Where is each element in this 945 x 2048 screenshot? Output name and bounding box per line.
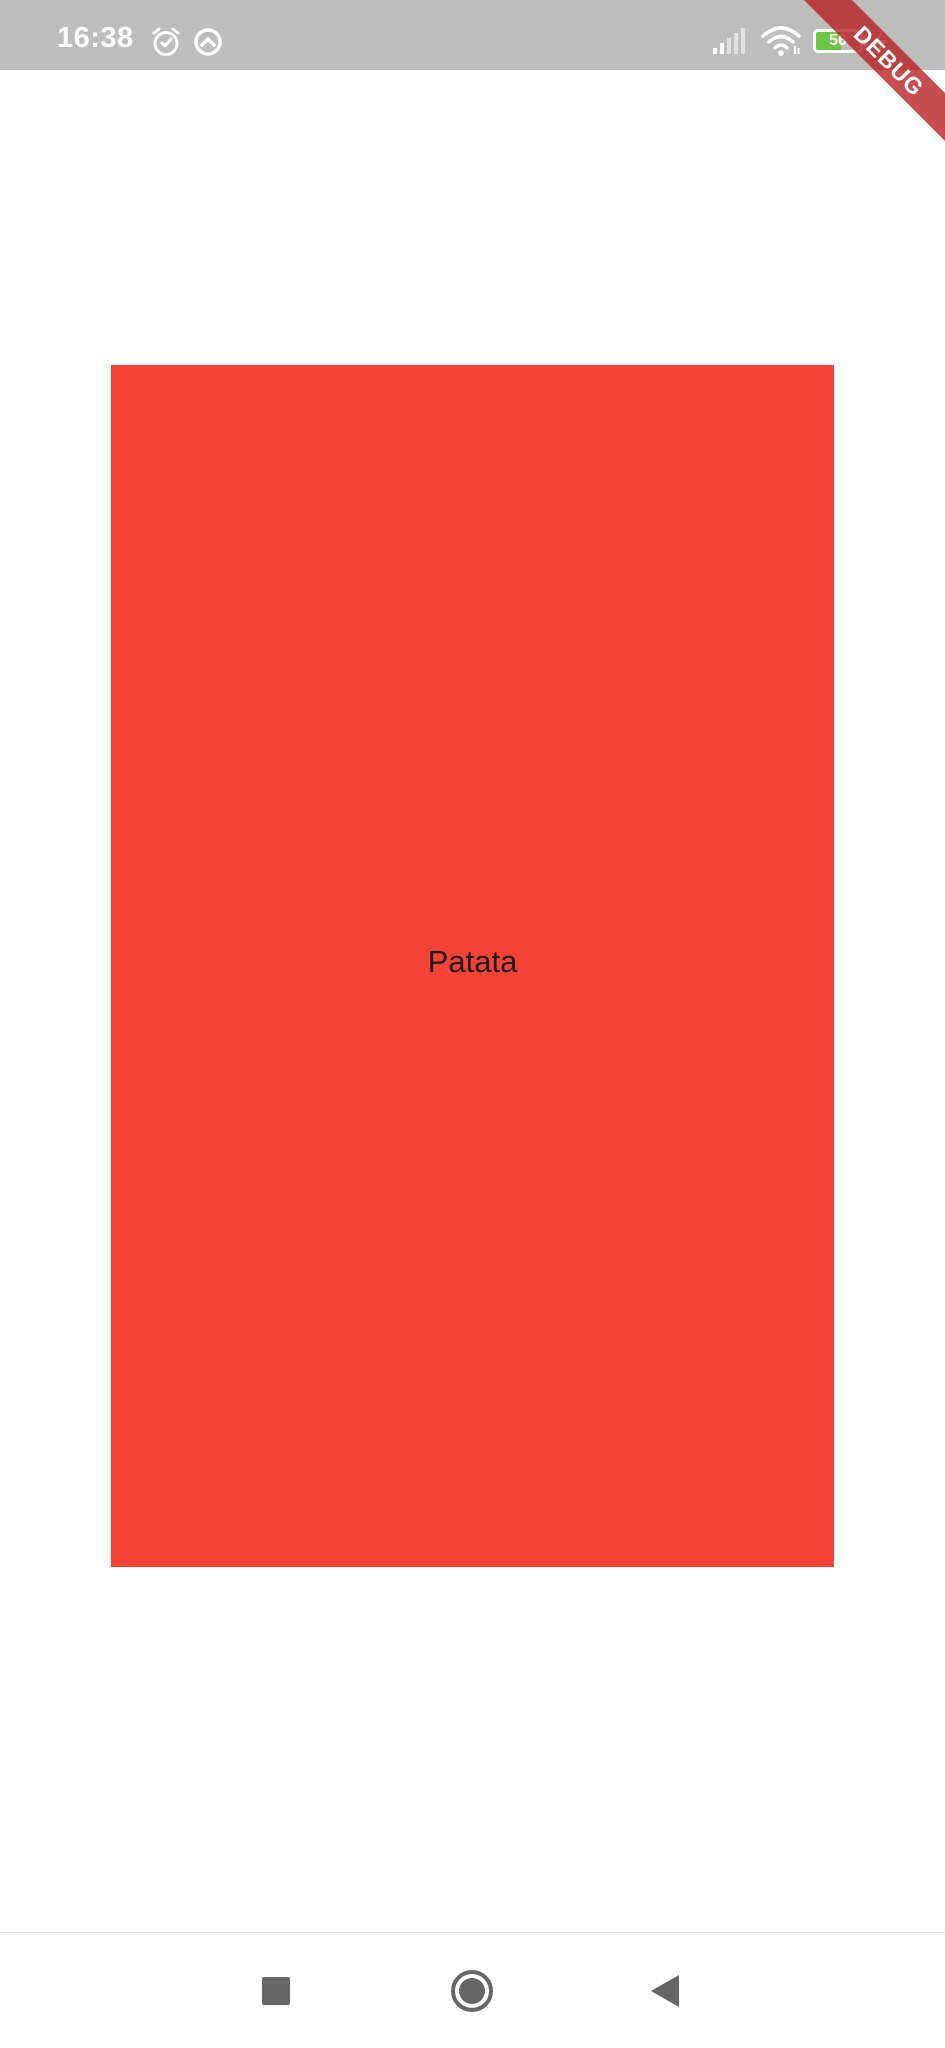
alarm-icon [150, 26, 182, 63]
red-container: Patata [111, 365, 834, 1567]
data-saver-icon [192, 26, 224, 63]
home-icon[interactable] [448, 1967, 496, 2015]
battery-level: 56 [829, 32, 847, 49]
back-icon[interactable] [641, 1967, 689, 2015]
screen: 16:38 56 DEBUG Patata [0, 0, 945, 2048]
recents-icon[interactable] [252, 1967, 300, 2015]
charging-icon [870, 29, 890, 62]
status-bar: 16:38 56 [0, 0, 945, 70]
status-time: 16:38 [57, 22, 134, 54]
container-label: Patata [427, 944, 518, 979]
signal-icon [712, 28, 748, 61]
wifi-icon [761, 26, 801, 61]
navigation-bar [0, 1932, 945, 2048]
